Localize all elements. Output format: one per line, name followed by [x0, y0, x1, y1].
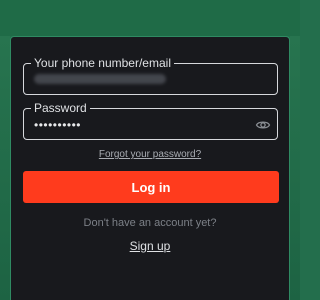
no-account-text: Don't have an account yet?: [83, 217, 217, 229]
eye-icon[interactable]: [255, 117, 271, 133]
password-label: Password: [31, 101, 90, 115]
password-value: ••••••••••: [34, 118, 82, 132]
login-panel: Your phone number/email Password •••••••…: [10, 36, 290, 300]
forgot-password-link[interactable]: Forgot your password?: [11, 149, 289, 160]
login-button[interactable]: Log in: [23, 171, 279, 203]
identity-field[interactable]: Your phone number/email: [23, 56, 278, 95]
identity-value-redacted: [34, 74, 166, 84]
password-field[interactable]: Password ••••••••••: [23, 101, 278, 140]
signup-link[interactable]: Sign up: [11, 239, 289, 253]
page-background-right: [290, 36, 300, 300]
page-background-top: [0, 0, 300, 36]
page-background-left: [0, 36, 10, 300]
identity-label: Your phone number/email: [31, 56, 174, 70]
